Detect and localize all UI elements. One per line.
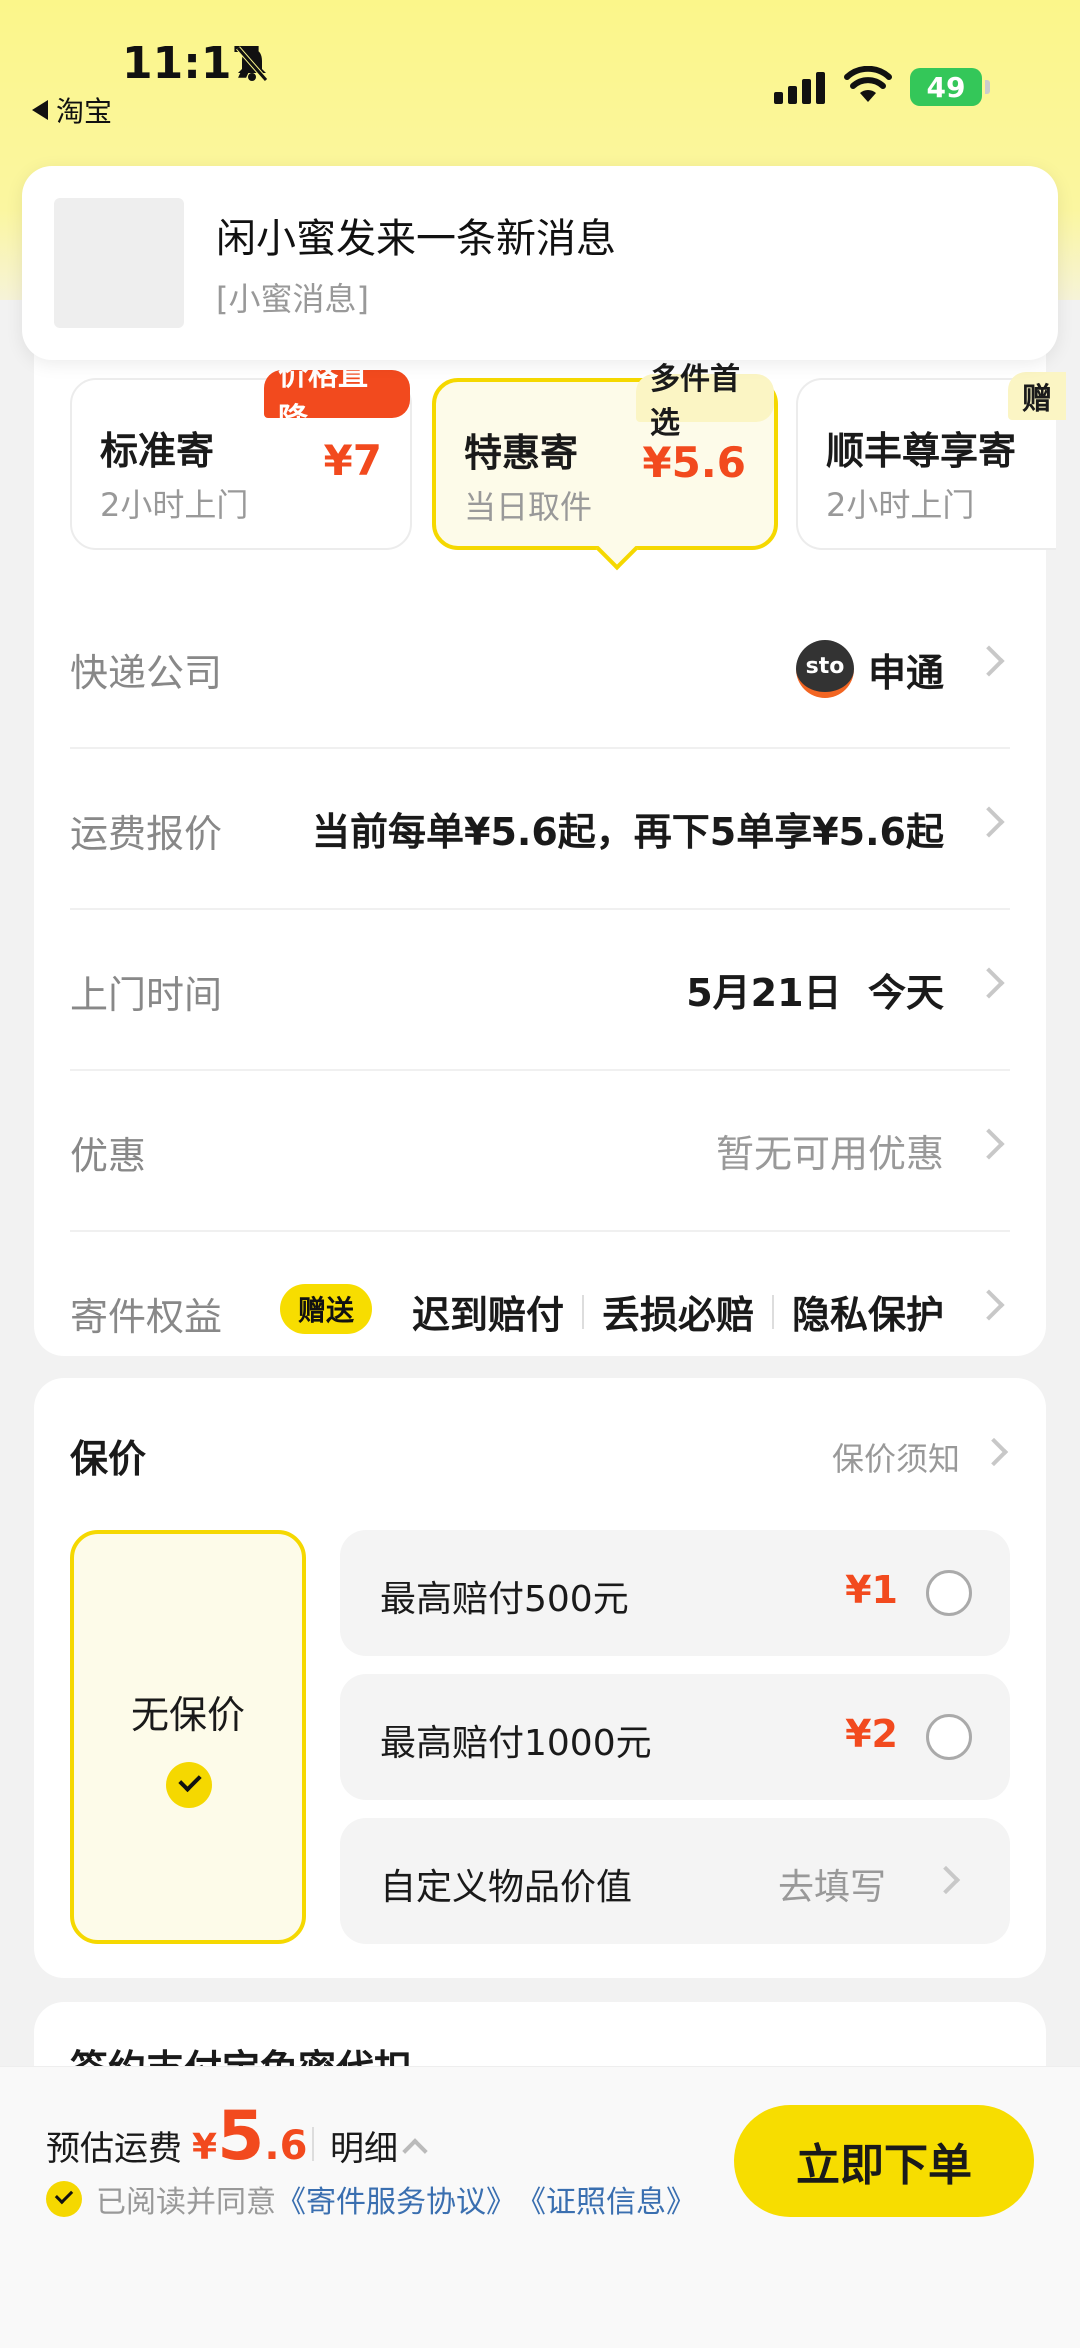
benefit-item: 隐私保护	[791, 1293, 944, 1337]
chevron-up-icon	[402, 2137, 428, 2164]
agreement-row: 已阅读并同意 《寄件服务协议》 《证照信息》	[46, 2177, 696, 2221]
chevron-right-icon	[973, 806, 1005, 838]
row-value: sto 申通	[795, 640, 944, 698]
chevron-right-icon	[973, 645, 1005, 677]
sto-logo: sto	[795, 640, 854, 698]
divider	[312, 2127, 314, 2161]
benefit-item: 丢损必赔	[601, 1293, 754, 1337]
option-sub: 2小时上门	[826, 486, 975, 524]
back-to-app[interactable]: 淘宝	[32, 90, 112, 130]
currency-symbol: ¥	[192, 2127, 218, 2168]
option-name: 特惠寄	[464, 431, 579, 475]
agree-text: 已阅读并同意	[96, 2185, 276, 2220]
estimated-fee-label: 预估运费	[46, 2129, 182, 2169]
insurance-option-label: 自定义物品价值	[380, 1867, 633, 1908]
service-agreement-link[interactable]: 《寄件服务协议》	[276, 2177, 516, 2221]
bottom-order-bar: 预估运费 ¥ 5 .6 明细 已阅读并同意 《寄件服务协议》 《证照信息》 立即…	[0, 2066, 1080, 2348]
divider	[581, 1294, 584, 1329]
agree-checkbox[interactable]	[46, 2181, 82, 2217]
radio-button[interactable]	[926, 1714, 972, 1760]
estimated-fee-amount: ¥ 5 .6	[192, 2097, 307, 2176]
insurance-option-label: 最高赔付1000元	[380, 1723, 652, 1764]
divider	[771, 1294, 774, 1329]
notification-title: 闲小蜜发来一条新消息	[216, 216, 616, 262]
selected-pointer	[595, 527, 639, 571]
battery-tip	[985, 80, 990, 94]
fill-in-link: 去填写	[777, 1867, 886, 1908]
bell-slash-icon	[236, 46, 268, 82]
chevron-right-icon	[973, 1128, 1005, 1160]
radio-button[interactable]	[926, 1570, 972, 1616]
row-label: 上门时间	[70, 973, 223, 1017]
option-standard[interactable]: 价格直降 标准寄 2小时上门 ¥7	[70, 358, 412, 550]
insurance-card: 保价 保价须知 无保价 最高赔付500元 ¥1 最高赔付1000元 ¥2 自定义…	[34, 1378, 1046, 1978]
row-label: 快递公司	[70, 651, 223, 695]
insurance-notice-link[interactable]: 保价须知	[832, 1434, 960, 1480]
row-value: 暂无可用优惠	[715, 1132, 944, 1176]
option-price: ¥5.6	[642, 438, 746, 487]
row-quote[interactable]: 运费报价 当前每单¥5.6起，再下5单享¥5.6起	[70, 749, 1010, 910]
no-insurance-option[interactable]: 无保价	[70, 1530, 306, 1944]
row-label: 优惠	[70, 1134, 147, 1178]
place-order-button[interactable]: 立即下单	[734, 2105, 1034, 2217]
chevron-right-icon	[973, 967, 1005, 999]
fee-detail-toggle[interactable]: 明细	[330, 2121, 428, 2170]
shipping-card: 价格直降 标准寄 2小时上门 ¥7 多件首选 特惠寄 当日取件 ¥5.6 赠 顺…	[34, 340, 1066, 1356]
detail-label: 明细	[330, 2129, 398, 2169]
wifi-icon	[844, 66, 892, 102]
gift-badge: 赠送	[280, 1284, 373, 1334]
row-courier[interactable]: 快递公司 sto 申通	[70, 588, 1010, 749]
insurance-option-label: 最高赔付500元	[380, 1579, 629, 1620]
back-app-label: 淘宝	[56, 95, 113, 128]
notification-thumbnail	[54, 198, 184, 328]
message-notification[interactable]: 闲小蜜发来一条新消息 [小蜜消息]	[22, 166, 1058, 360]
multi-item-tag: 多件首选	[636, 362, 774, 441]
chevron-right-icon	[931, 1865, 961, 1895]
option-sf[interactable]: 赠 顺丰尊享寄 2小时上门	[796, 372, 1066, 550]
benefit-item: 迟到赔付	[411, 1293, 564, 1337]
status-bar: 11:17 淘宝 49	[0, 0, 1080, 150]
option-sub: 2小时上门	[100, 486, 249, 524]
signal-icon	[774, 72, 825, 104]
license-info-link[interactable]: 《证照信息》	[516, 2177, 696, 2221]
amount-decimal: .6	[264, 2123, 308, 2169]
row-discount[interactable]: 优惠 暂无可用优惠	[70, 1071, 1010, 1232]
no-insurance-label: 无保价	[130, 1693, 245, 1737]
insurance-option-price: ¥2	[845, 1712, 898, 1756]
row-value: 5月21日 今天	[686, 971, 944, 1015]
back-arrow-icon	[32, 100, 48, 120]
option-sub: 当日取件	[464, 488, 593, 526]
row-label: 寄件权益	[70, 1295, 223, 1339]
insurance-option-price: ¥1	[845, 1568, 898, 1612]
insurance-title: 保价	[70, 1437, 147, 1481]
price-drop-tag: 价格直降	[264, 358, 410, 437]
notification-subtitle: [小蜜消息]	[216, 280, 369, 318]
option-price: ¥7	[323, 436, 382, 485]
insurance-option-custom[interactable]: 自定义物品价值 去填写	[340, 1818, 1010, 1944]
row-benefits[interactable]: 寄件权益 赠送 迟到赔付 丢损必赔 隐私保护	[70, 1232, 1010, 1393]
row-label: 运费报价	[70, 812, 223, 856]
insurance-option-500[interactable]: 最高赔付500元 ¥1	[340, 1530, 1010, 1656]
gift-tag: 赠	[1008, 372, 1066, 420]
row-pickup-time[interactable]: 上门时间 5月21日 今天	[70, 910, 1010, 1071]
row-value: 当前每单¥5.6起，再下5单享¥5.6起	[312, 810, 944, 854]
amount-integer: 5	[217, 2097, 265, 2176]
option-discount[interactable]: 多件首选 特惠寄 当日取件 ¥5.6	[432, 362, 778, 571]
benefit-list: 迟到赔付 丢损必赔 隐私保护	[412, 1284, 944, 1339]
option-name: 标准寄	[100, 429, 215, 473]
chevron-right-icon	[979, 1437, 1009, 1467]
courier-name: 申通	[867, 650, 944, 695]
battery-icon: 49	[910, 68, 982, 106]
check-icon	[166, 1762, 212, 1808]
chevron-right-icon	[973, 1289, 1005, 1321]
battery-level: 49	[926, 70, 966, 104]
option-name: 顺丰尊享寄	[826, 429, 1017, 473]
insurance-option-1000[interactable]: 最高赔付1000元 ¥2	[340, 1674, 1010, 1800]
